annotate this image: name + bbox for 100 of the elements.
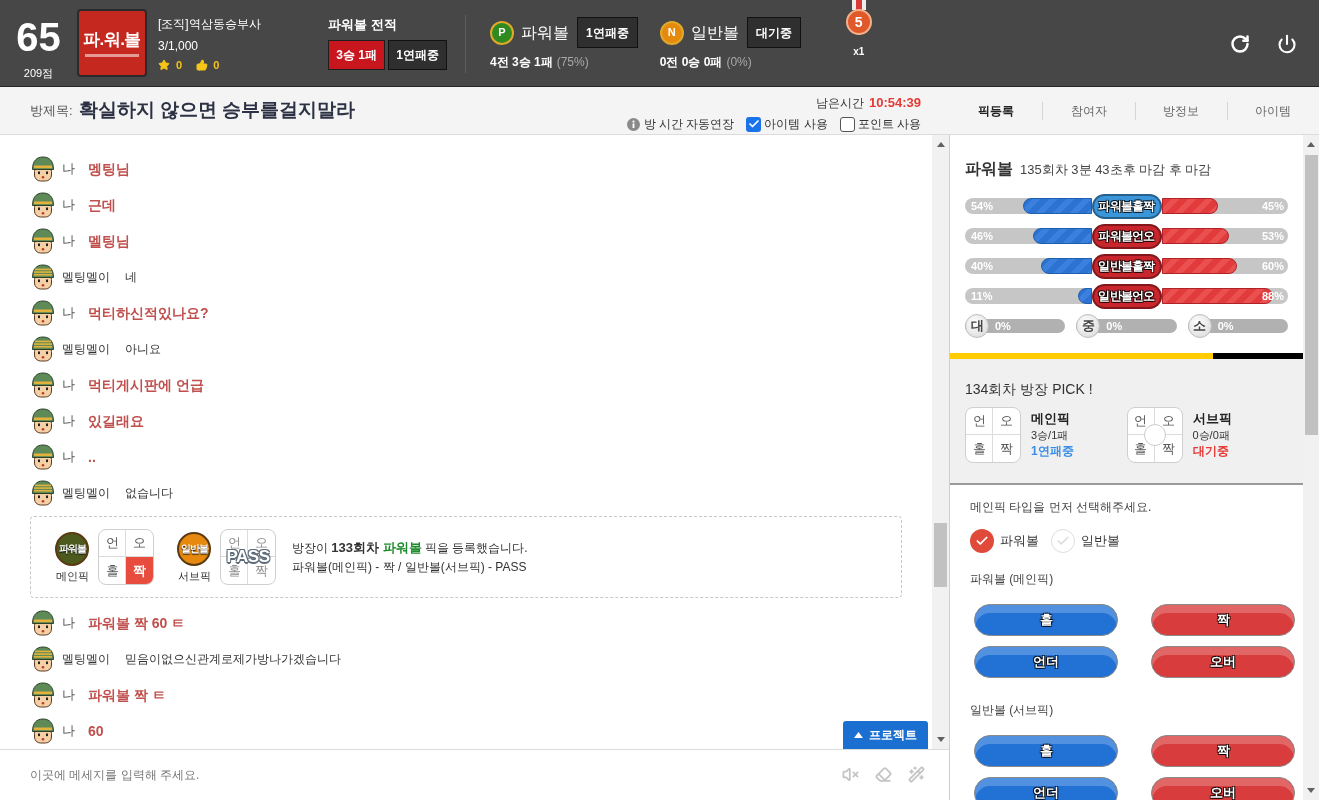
pick-option-button[interactable]: 짝 [1151, 604, 1295, 636]
game-title: 파워볼 [965, 159, 1013, 179]
chat-message: 믿음이없으신관계로제가방나가겠습니다 [125, 651, 341, 668]
game-name: 파워볼 [521, 22, 569, 43]
size-letter-badge: 대 [965, 314, 989, 338]
info-icon [626, 117, 640, 131]
vote-label: 파워볼언오 [1091, 223, 1162, 249]
soldier-avatar-icon [30, 444, 56, 470]
pick-option-button[interactable]: 짝 [1151, 735, 1295, 767]
type-radio[interactable]: 일반볼 [1051, 529, 1120, 553]
tab[interactable]: 참여자 [1042, 101, 1135, 120]
chat-message: 파워볼 짝 ㅌ [88, 685, 166, 705]
pick-cell: 언 [966, 408, 993, 435]
percent-label: 60% [1261, 258, 1284, 274]
soldier-avatar-icon [30, 156, 56, 182]
chat-message: 먹티게시판에 언급 [88, 375, 204, 395]
pick-cell-text: 짝 [999, 439, 1014, 458]
check-icon [747, 118, 760, 130]
game-record: 4전 3승 1패 [490, 54, 553, 70]
scroll-down-icon[interactable] [1307, 788, 1315, 793]
pick-type-label: 서브픽 [177, 568, 211, 583]
pick-option-button[interactable]: 언더 [974, 777, 1118, 800]
type-radio[interactable]: 파워볼 [970, 529, 1039, 553]
power-icon[interactable] [1277, 34, 1297, 54]
section-title: 134회차 방장 PICK ! [965, 380, 1094, 398]
scroll-thumb[interactable] [1304, 155, 1318, 435]
pick-option-button[interactable]: 오버 [1151, 777, 1295, 800]
star-count: 0 [176, 58, 183, 73]
sender-name: 나 [62, 232, 75, 251]
soldier-avatar-icon [30, 718, 56, 744]
sender-name: 나 [62, 160, 75, 179]
scroll-thumb[interactable] [934, 523, 947, 587]
percent-label: 0% [1217, 318, 1234, 334]
user-name: [조직]역삼동승부사 [158, 16, 262, 33]
pick-type-label: 메인픽 [55, 568, 89, 583]
group-title: 일반볼 (서브픽) [970, 702, 1055, 718]
sender-name: 나 [62, 448, 75, 467]
tab[interactable]: 아이템 [1226, 101, 1319, 120]
sender-name: 멜팅멜이 [62, 485, 110, 502]
sender-name: 나 [62, 686, 75, 705]
vote-label: 파워볼홀짝 [1091, 193, 1162, 219]
refresh-icon[interactable] [1230, 34, 1250, 54]
sender-name: 멜팅멜이 [62, 341, 110, 358]
soldier-avatar-icon [30, 646, 56, 672]
notice-message: 방장이 133회차 파워볼 픽을 등록했습니다. [292, 538, 528, 557]
game-status: 대기중 [746, 17, 801, 48]
chat-message: .. [88, 447, 96, 467]
chat-message: 있길래요 [88, 411, 144, 431]
percent-label: 45% [1261, 198, 1284, 214]
points-text: 209점 [23, 66, 54, 80]
checkbox[interactable] [746, 116, 762, 132]
percent-label: 40% [971, 258, 994, 274]
game-badge: P [490, 20, 514, 45]
sender-name: 나 [62, 376, 75, 395]
chat-message: 멜팅님 [88, 231, 130, 251]
like-count: 0 [213, 58, 220, 73]
game-badge: N [659, 20, 684, 45]
chat-message: 근데 [88, 195, 116, 215]
room-title-label: 방제목: [30, 101, 73, 120]
scroll-down-icon[interactable] [936, 737, 945, 742]
pick-cell: 홀 [966, 435, 993, 462]
soldier-avatar-icon [30, 408, 56, 434]
tab[interactable]: 방정보 [1134, 101, 1227, 120]
soldier-avatar-icon [30, 610, 56, 636]
pick-status: 대기중 [1192, 443, 1230, 459]
thumbs-up-icon [196, 59, 209, 71]
pick-option-button[interactable]: 홀 [974, 604, 1118, 636]
pick-record: 0승/0패 [1192, 428, 1231, 443]
game-logo-badge: 파워볼 [55, 531, 89, 566]
pick-name: 메인픽 [1031, 411, 1071, 427]
scroll-up-icon[interactable] [1307, 142, 1315, 147]
level-number: 65 [16, 17, 61, 57]
checkbox[interactable] [839, 116, 855, 132]
win-rate: (0%) [726, 54, 752, 70]
pick-cell-text: 짝 [1160, 439, 1176, 458]
pick-option-button[interactable]: 오버 [1151, 646, 1295, 678]
record-title: 파워볼 전적 [328, 16, 398, 34]
pick-record: 3승/1패 [1031, 428, 1070, 443]
project-button[interactable]: 프로젝트 [843, 721, 928, 749]
soldier-avatar-icon [30, 372, 56, 398]
notice-detail: 파워볼(메인픽) - 짝 / 일반볼(서브픽) - PASS [292, 558, 528, 576]
group-title: 파워볼 (메인픽) [970, 571, 1055, 587]
soldier-avatar-icon [30, 228, 56, 254]
pick-option-button[interactable]: 홀 [974, 735, 1118, 767]
pick-cell: 짝 [126, 557, 153, 584]
option-label: 포인트 사용 [857, 116, 921, 133]
star-icon [158, 59, 170, 71]
percent-label: 53% [1261, 228, 1284, 244]
soldier-avatar-icon [30, 300, 56, 326]
tab[interactable]: 픽등록 [950, 101, 1043, 120]
streak-status: 1연패중 [388, 40, 447, 70]
logo-stripe [85, 53, 139, 57]
soldier-avatar-icon [30, 480, 56, 506]
message-input[interactable]: 이곳에 메세지를 입력해 주세요. [30, 759, 842, 790]
pick-status: 1연패중 [1031, 443, 1074, 459]
size-letter-badge: 소 [1187, 314, 1212, 338]
user-ratio: 3/1,000 [158, 38, 200, 55]
scroll-up-icon[interactable] [936, 142, 945, 147]
pick-option-button[interactable]: 언더 [974, 646, 1118, 678]
chat-message: 아니요 [125, 341, 161, 358]
